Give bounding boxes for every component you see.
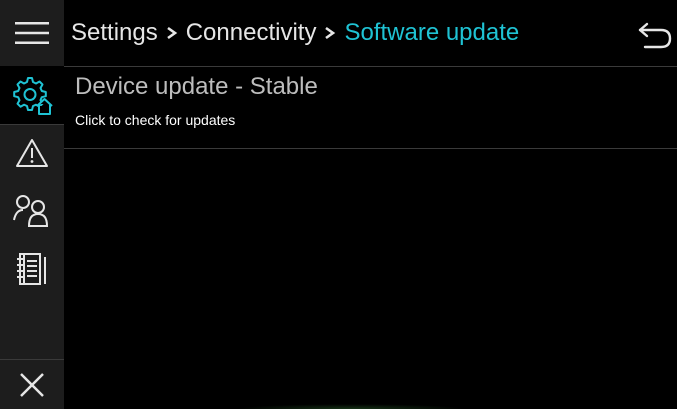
- sidebar-item-users[interactable]: [0, 185, 64, 237]
- warning-icon: [15, 137, 49, 169]
- update-channel-title: Device update - Stable: [75, 73, 318, 100]
- device-update-item[interactable]: Device update - Stable Click to check fo…: [64, 67, 677, 149]
- breadcrumb-settings[interactable]: Settings: [71, 18, 158, 48]
- update-check-hint: Click to check for updates: [75, 112, 236, 128]
- back-arrow-icon: [637, 20, 673, 52]
- settings-home-icon: [10, 73, 54, 117]
- breadcrumb-connectivity[interactable]: Connectivity: [186, 18, 317, 48]
- close-button[interactable]: [0, 360, 64, 409]
- chevron-right-icon: [166, 26, 178, 40]
- bottom-glow: [236, 404, 466, 409]
- notebook-icon: [12, 251, 52, 287]
- chevron-right-icon: [324, 26, 336, 40]
- hamburger-menu-icon: [15, 21, 49, 45]
- users-icon: [12, 193, 52, 229]
- back-button[interactable]: [637, 20, 673, 52]
- sidebar: [0, 0, 64, 409]
- header: Settings Connectivity Software update: [64, 0, 677, 67]
- screen: Settings Connectivity Software update De…: [0, 0, 677, 409]
- breadcrumb: Settings Connectivity Software update: [71, 18, 519, 48]
- sidebar-divider: [0, 124, 64, 125]
- sidebar-item-settings[interactable]: [0, 66, 64, 124]
- menu-button[interactable]: [0, 0, 64, 66]
- breadcrumb-software-update: Software update: [344, 19, 520, 46]
- close-icon: [19, 372, 45, 398]
- sidebar-item-alarms[interactable]: [0, 128, 64, 178]
- content-area: Device update - Stable Click to check fo…: [64, 67, 677, 409]
- sidebar-item-logbook[interactable]: [0, 243, 64, 295]
